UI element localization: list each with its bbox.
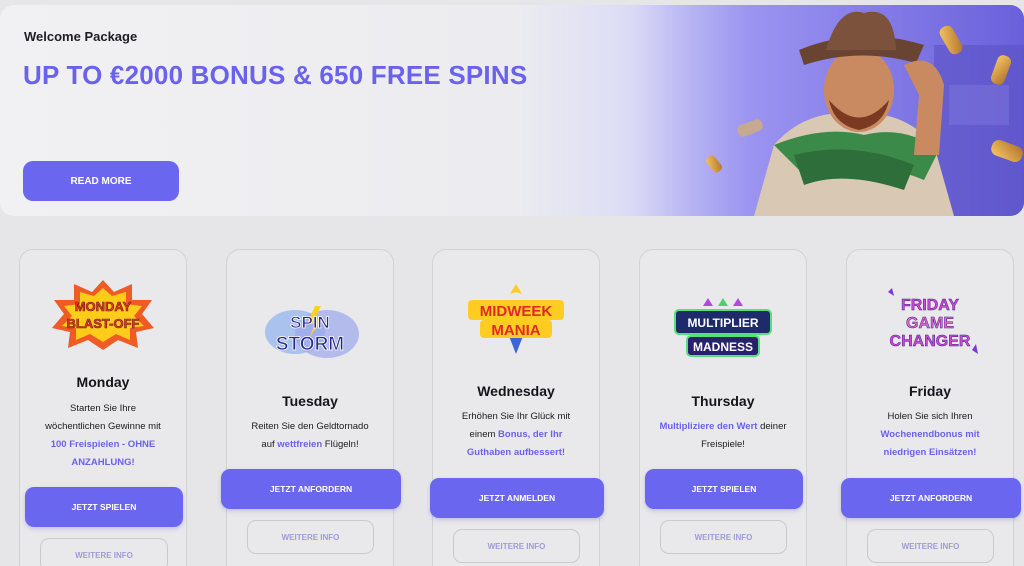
card-description: Erhöhen Sie Ihr Glück mit einem Bonus, d…: [461, 411, 571, 458]
play-now-button[interactable]: JETZT SPIELEN: [25, 487, 183, 527]
svg-text:FRIDAY: FRIDAY: [901, 297, 959, 314]
svg-text:MULTIPLIER: MULTIPLIER: [687, 316, 758, 330]
friday-game-changer-logo: FRIDAY GAME CHANGER: [888, 288, 978, 354]
banner-eyebrow: Welcome Package: [24, 29, 138, 44]
svg-text:SPIN: SPIN: [290, 313, 330, 332]
card-day-title: Friday: [908, 383, 951, 399]
card-description: Multipliziere den Wert deiner Freispiele…: [659, 421, 787, 450]
multiplier-madness-logo: MULTIPLIER MADNESS: [674, 298, 772, 357]
more-info-button[interactable]: WEITERE INFO: [40, 538, 168, 566]
midweek-mania-logo: MIDWEEK MANIA: [468, 284, 564, 354]
card-day-title: Tuesday: [282, 393, 338, 409]
svg-text:GAME: GAME: [906, 315, 954, 332]
more-info-button[interactable]: WEITERE INFO: [867, 529, 994, 563]
promo-card-tuesday: SPIN STORM Tuesday Reiten Sie den Geldto…: [221, 249, 401, 566]
more-info-button[interactable]: WEITERE INFO: [660, 520, 787, 554]
card-day-title: Thursday: [691, 393, 755, 409]
svg-text:MADNESS: MADNESS: [693, 340, 753, 354]
promo-card-monday: MONDAY BLAST-OFF Monday Starten Sie Ihre…: [19, 249, 187, 566]
svg-text:BLAST-OFF: BLAST-OFF: [67, 316, 140, 331]
promo-card-thursday: MULTIPLIER MADNESS Thursday Multiplizier…: [639, 249, 807, 566]
claim-now-button[interactable]: JETZT ANFORDERN: [221, 469, 401, 509]
svg-text:MONDAY: MONDAY: [75, 299, 132, 314]
card-day-title: Monday: [76, 374, 130, 390]
more-info-button[interactable]: WEITERE INFO: [453, 529, 580, 563]
read-more-button[interactable]: READ MORE: [23, 161, 179, 201]
svg-text:MANIA: MANIA: [491, 322, 540, 339]
more-info-button[interactable]: WEITERE INFO: [247, 520, 374, 554]
promo-card-wednesday: MIDWEEK MANIA Wednesday Erhöhen Sie Ihr …: [430, 249, 604, 566]
play-now-button[interactable]: JETZT SPIELEN: [645, 469, 803, 509]
card-description: Holen Sie sich Ihren Wochenendbonus mit …: [880, 411, 980, 458]
cowboy-illustration: [604, 5, 1024, 216]
card-description: Starten Sie Ihre wöchentlichen Gewinne m…: [45, 403, 161, 468]
welcome-banner: Welcome Package UP TO €2000 BONUS & 650 …: [0, 5, 1024, 216]
svg-text:CHANGER: CHANGER: [890, 333, 971, 350]
svg-text:MIDWEEK: MIDWEEK: [480, 303, 553, 320]
svg-text:STORM: STORM: [276, 334, 344, 355]
monday-blast-off-logo: MONDAY BLAST-OFF: [52, 280, 154, 350]
card-day-title: Wednesday: [477, 383, 555, 399]
spin-storm-logo: SPIN STORM: [265, 306, 359, 358]
claim-now-button[interactable]: JETZT ANFORDERN: [841, 478, 1021, 518]
promo-card-friday: FRIDAY GAME CHANGER Friday Holen Sie sic…: [841, 249, 1021, 566]
card-description: Reiten Sie den Geldtornado auf wettfreie…: [251, 421, 369, 450]
banner-headline: UP TO €2000 BONUS & 650 FREE SPINS: [23, 60, 528, 90]
sign-up-now-button[interactable]: JETZT ANMELDEN: [430, 478, 604, 518]
